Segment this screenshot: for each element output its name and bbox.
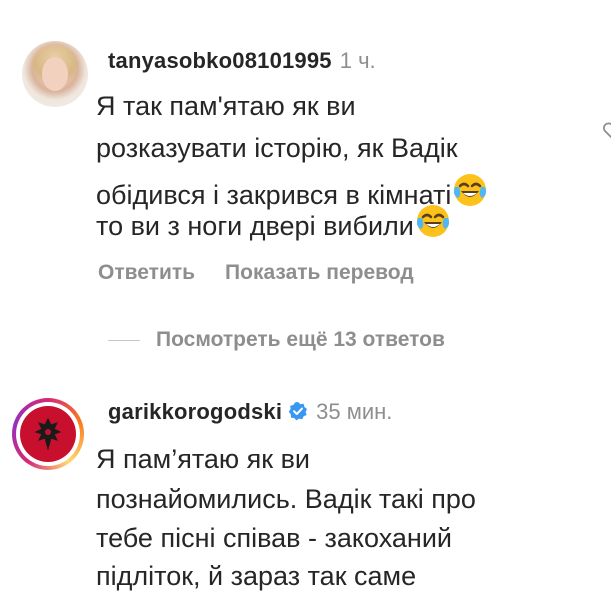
comment-text-line: то ви з ноги двері вибили [96, 203, 451, 249]
comment-text-segment: то ви з ноги двері вибили [96, 211, 414, 241]
comment-header: tanyasobko08101995 1 ч. [108, 47, 376, 75]
comment-actions: Ответить Показать перевод [98, 259, 444, 287]
face-with-tears-of-joy-icon [452, 172, 488, 218]
comment-text-line: розказувати історію, як Вадік [96, 133, 458, 163]
comment-time: 1 ч. [339, 48, 376, 73]
comment-text-line: познайомились. Вадік такі про [96, 484, 476, 514]
comment-text-line: тебе пісні співав - закоханий [96, 523, 453, 553]
comment-header: garikkorogodski 35 мин. [108, 398, 392, 428]
comment-text-line: Я так пам'ятаю як ви [96, 91, 356, 121]
comment-text-line: підліток, й зараз так саме [96, 561, 417, 591]
show-translation-button[interactable]: Показать перевод [225, 261, 414, 284]
view-more-replies-button[interactable]: Посмотреть ещё 13 ответов [108, 325, 445, 355]
comment-username[interactable]: garikkorogodski [108, 399, 282, 424]
user-avatar[interactable] [22, 41, 88, 107]
comment-text-line: Я пам’ятаю як ви [96, 444, 311, 474]
view-more-replies-label: Посмотреть ещё 13 ответов [156, 328, 445, 351]
verified-badge-icon [288, 400, 308, 428]
face-with-tears-of-joy-icon [415, 203, 451, 249]
comment-username[interactable]: tanyasobko08101995 [108, 48, 332, 73]
reply-button[interactable]: Ответить [98, 261, 195, 284]
user-avatar[interactable] [12, 398, 84, 470]
logo-icon [20, 406, 76, 462]
like-heart-icon[interactable] [602, 121, 611, 141]
comment-time: 35 мин. [316, 399, 393, 424]
replies-divider [108, 339, 140, 341]
